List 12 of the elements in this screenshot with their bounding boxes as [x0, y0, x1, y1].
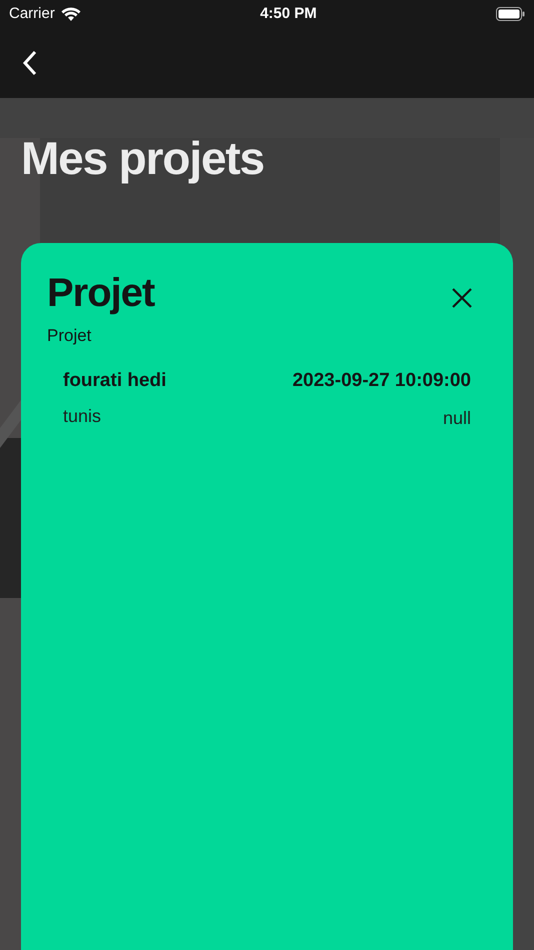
- project-value: null: [442, 407, 471, 430]
- wifi-icon: [60, 6, 81, 22]
- project-location: tunis: [63, 405, 102, 428]
- page-title: Mes projets: [21, 131, 265, 186]
- battery-icon: [496, 7, 525, 21]
- project-date: 2023-09-27 10:09:00: [292, 368, 471, 392]
- card-subtitle: Projet: [47, 325, 92, 347]
- close-button[interactable]: [451, 287, 473, 309]
- project-owner: fourati hedi: [63, 368, 166, 392]
- card-title: Projet: [47, 271, 154, 315]
- carrier-label: Carrier: [9, 4, 55, 24]
- clock-label: 4:50 PM: [260, 4, 317, 24]
